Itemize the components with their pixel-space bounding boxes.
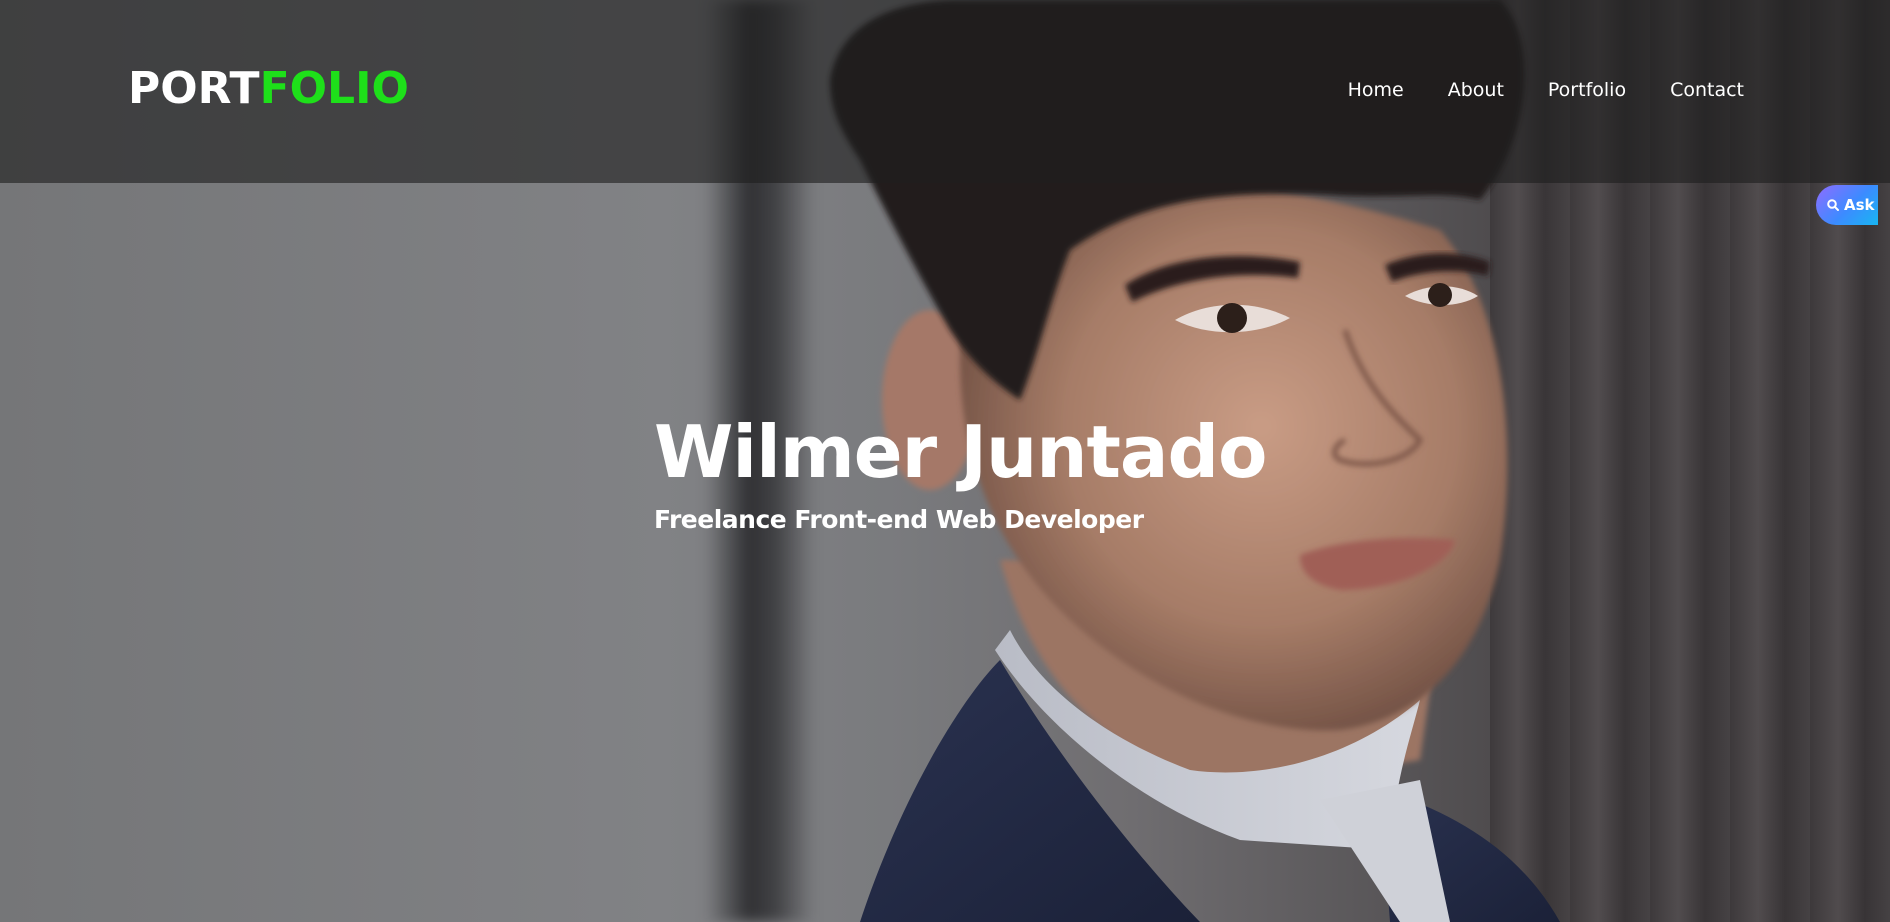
nav-link-portfolio[interactable]: Portfolio — [1548, 79, 1626, 101]
main-navigation: Home About Portfolio Contact — [1348, 78, 1744, 102]
ask-button[interactable]: Ask — [1816, 185, 1878, 225]
nav-link-about[interactable]: About — [1448, 79, 1504, 101]
hero-role: Freelance Front-end Web Developer — [654, 505, 1144, 534]
search-icon — [1827, 199, 1839, 211]
nav-item-portfolio: Portfolio — [1548, 78, 1626, 102]
nav-item-contact: Contact — [1670, 78, 1744, 102]
site-logo[interactable]: PORTFOLIO — [128, 62, 409, 116]
logo-primary-text: PORT — [128, 63, 260, 114]
ask-button-label: Ask — [1844, 196, 1875, 214]
site-header: PORTFOLIO Home About Portfolio Contact — [0, 0, 1890, 183]
hero-section: PORTFOLIO Home About Portfolio Contact W… — [0, 0, 1890, 922]
hero-text-block: Wilmer Juntado Freelance Front-end Web D… — [654, 408, 1268, 536]
nav-item-about: About — [1448, 78, 1504, 102]
hero-name: Wilmer Juntado — [654, 410, 1268, 494]
logo-accent-text: FOLIO — [259, 63, 409, 114]
nav-item-home: Home — [1348, 78, 1404, 102]
nav-link-contact[interactable]: Contact — [1670, 79, 1744, 101]
nav-link-home[interactable]: Home — [1348, 79, 1404, 101]
